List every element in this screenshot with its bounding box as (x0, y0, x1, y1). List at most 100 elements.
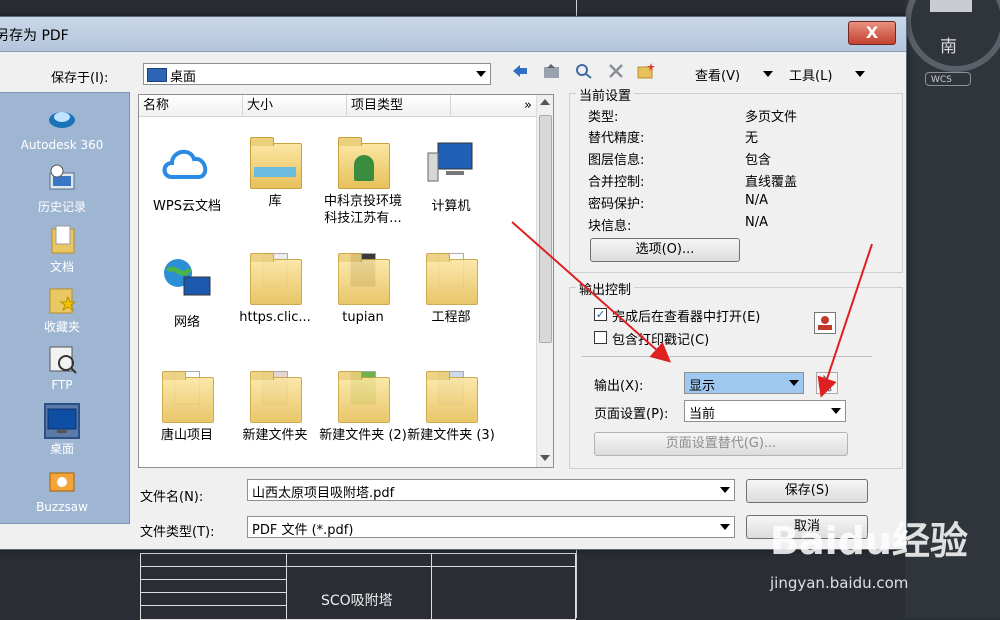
setting-value: 多页文件 (745, 110, 798, 125)
scroll-up-icon[interactable] (540, 99, 550, 105)
ftp-icon (49, 346, 77, 374)
setting-key: 合并控制: (588, 175, 645, 190)
setting-key: 类型: (588, 110, 619, 125)
filetype-dropdown[interactable]: PDF 文件 (*.pdf) (247, 516, 735, 538)
filename-input[interactable]: 山西太原项目吸附塔.pdf (247, 479, 735, 501)
list-item[interactable]: 新建文件夹 (3) (407, 371, 495, 444)
sidebar-item-label: 收藏夹 (43, 320, 80, 334)
history-icon (49, 164, 75, 190)
folder-icon (336, 371, 390, 423)
folder-icon (248, 371, 302, 423)
sidebar-item-label: 桌面 (49, 442, 74, 456)
list-item[interactable]: 库 (231, 137, 319, 210)
baidu-watermark-url: jingyan.baidu.com (770, 574, 909, 592)
filetype-value: PDF 文件 (*.pdf) (252, 523, 354, 538)
preview-icon[interactable] (816, 372, 838, 394)
current-settings-group: 当前设置 类型: 多页文件 替代精度: 无 图层信息: 包含 合并控制: 直线覆… (569, 85, 903, 273)
save-button[interactable]: 保存(S) (746, 479, 868, 503)
setting-key: 图层信息: (588, 153, 645, 168)
viewcube-south-label: 南 (940, 37, 957, 57)
delete-icon[interactable] (607, 63, 625, 79)
sidebar-item-buzzsaw[interactable]: Buzzsaw (8, 465, 116, 514)
viewcube-top[interactable] (930, 0, 972, 12)
list-item[interactable]: 新建文件夹 (231, 371, 319, 444)
list-item[interactable]: 网络 (143, 253, 231, 331)
more-columns-icon: » (524, 98, 532, 113)
page-setup-dropdown[interactable]: 当前 (684, 400, 846, 422)
list-item[interactable]: 新建文件夹 (2) (319, 371, 407, 444)
sidebar-item-label: 文档 (49, 260, 74, 274)
chevron-down-icon (720, 524, 730, 530)
view-menu-chevron-icon[interactable] (763, 71, 773, 77)
sidebar-item-autodesk360[interactable]: Autodesk 360 (8, 103, 116, 152)
save-as-pdf-dialog: 另存为 PDF X 保存于(I): 桌面 查看(V) 工具(L) Autodes… (0, 16, 907, 550)
column-header-more[interactable]: » (451, 95, 537, 117)
plot-stamp-settings-icon[interactable] (814, 312, 836, 334)
file-name: 工程部 (431, 310, 471, 325)
search-web-icon[interactable] (575, 63, 593, 79)
file-name: 网络 (173, 315, 200, 330)
list-item[interactable]: https.clic... (231, 253, 319, 326)
autodesk360-icon (49, 112, 75, 128)
list-item[interactable]: WPS云文档 (143, 137, 231, 215)
baidu-watermark-logo: Baidu经验 (770, 519, 968, 563)
include-plot-stamp-label: 包含打印戳记(C) (612, 333, 710, 348)
new-folder-icon[interactable] (637, 63, 655, 79)
open-in-viewer-checkbox[interactable]: ✓ (594, 308, 607, 321)
scroll-thumb[interactable] (539, 115, 552, 343)
file-name: 中科京投环境科技江苏有... (323, 194, 402, 226)
chevron-down-icon (831, 408, 841, 414)
setting-value: N/A (745, 193, 768, 208)
output-label: 输出(X): (594, 379, 644, 394)
column-header-type[interactable]: 项目类型 (347, 95, 451, 117)
filename-label: 文件名(N): (140, 490, 204, 505)
tools-menu[interactable]: 工具(L) (789, 65, 832, 84)
file-name: tupian (342, 310, 384, 325)
places-sidebar: Autodesk 360 历史记录 文档 收藏夹 FTP 桌面 Buzzsaw (0, 92, 130, 524)
page-setup-override-button[interactable]: 页面设置替代(G)... (594, 432, 848, 456)
dialog-titlebar[interactable]: 另存为 PDF X (0, 17, 906, 52)
sidebar-item-label: 历史记录 (37, 200, 86, 214)
view-menu[interactable]: 查看(V) (695, 65, 740, 84)
list-item[interactable]: tupian (319, 253, 407, 326)
setting-value: 无 (745, 131, 759, 146)
scroll-down-icon[interactable] (540, 455, 550, 461)
options-button[interactable]: 选项(O)... (590, 238, 740, 262)
folder-icon (248, 253, 302, 305)
filetype-label: 文件类型(T): (140, 525, 215, 540)
sidebar-item-ftp[interactable]: FTP (8, 343, 116, 392)
sidebar-item-desktop[interactable]: 桌面 (8, 403, 116, 457)
column-header-size[interactable]: 大小 (243, 95, 347, 117)
file-name: 唐山项目 (160, 428, 213, 443)
desktop-icon (147, 68, 167, 82)
column-header-name[interactable]: 名称 (139, 95, 243, 117)
wcs-menu[interactable]: WCS (925, 72, 971, 86)
setting-key: 块信息: (588, 219, 632, 234)
list-item[interactable]: 唐山项目 (143, 371, 231, 444)
back-arrow-icon[interactable] (511, 63, 529, 79)
list-item[interactable]: 计算机 (407, 137, 495, 215)
output-dropdown[interactable]: 显示 (684, 372, 804, 394)
folder-icon (160, 371, 214, 423)
close-button[interactable]: X (848, 21, 896, 45)
up-folder-icon[interactable] (543, 63, 561, 79)
drawing-title-block: SCO吸附塔 (140, 553, 576, 620)
wps-cloud-icon (162, 149, 208, 179)
setting-value: 直线覆盖 (745, 175, 798, 190)
chevron-down-icon (476, 71, 486, 77)
sidebar-item-history[interactable]: 历史记录 (8, 163, 116, 215)
filename-value: 山西太原项目吸附塔.pdf (252, 486, 395, 501)
tools-menu-chevron-icon[interactable] (855, 71, 865, 77)
list-item[interactable]: 中科京投环境科技江苏有... (319, 137, 407, 227)
page-setup-value: 当前 (689, 407, 716, 422)
save-in-dropdown[interactable]: 桌面 (143, 63, 491, 85)
sidebar-item-documents[interactable]: 文档 (8, 223, 116, 275)
list-item[interactable]: 工程部 (407, 253, 495, 326)
file-name: 新建文件夹 (3) (407, 428, 495, 443)
user-folder-icon (336, 137, 390, 189)
sidebar-item-favorites[interactable]: 收藏夹 (8, 283, 116, 335)
file-name: 计算机 (431, 199, 471, 214)
file-list-scrollbar[interactable] (536, 95, 553, 467)
save-in-value: 桌面 (170, 70, 197, 85)
include-plot-stamp-checkbox[interactable] (594, 331, 607, 344)
